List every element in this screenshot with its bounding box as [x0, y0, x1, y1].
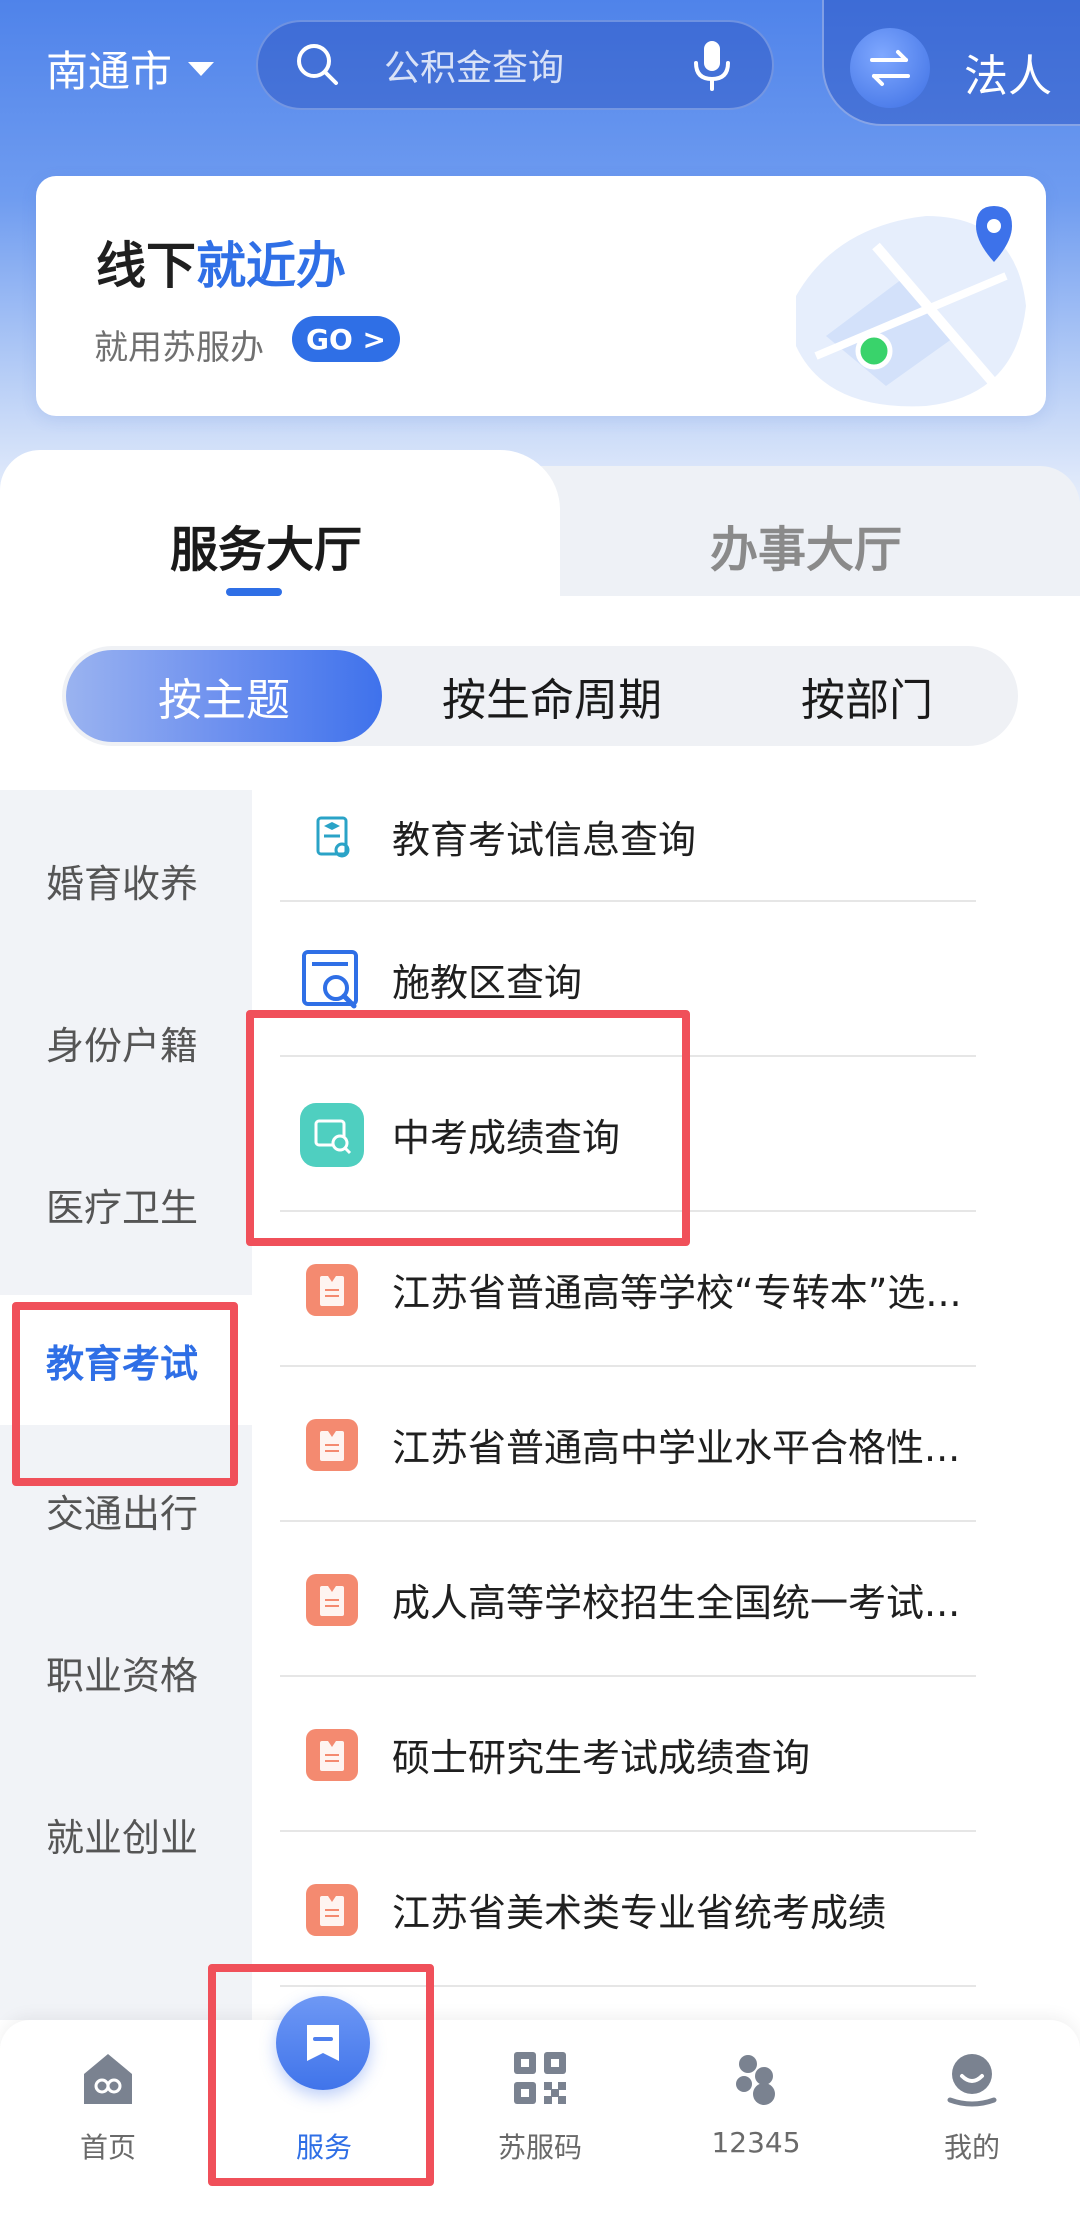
banner-title-plain: 线下 [96, 237, 196, 295]
list-item-label: 江苏省普通高等学校“专转本”选... [392, 1271, 962, 1315]
caret-down-icon [188, 61, 215, 76]
segment-by-lifecycle[interactable]: 按生命周期 [402, 646, 702, 746]
segment-by-theme[interactable]: 按主题 [66, 650, 382, 742]
list-item-label: 教育考试信息查询 [392, 817, 697, 862]
list-item[interactable]: 江苏省美术类专业省统考成绩 [280, 1832, 980, 1987]
list-item[interactable]: 施教区查询 [280, 902, 980, 1057]
hotline-icon [736, 2055, 775, 2105]
document-icon [306, 1418, 358, 1471]
list-item[interactable]: 硕士研究生考试成绩查询 [280, 1677, 980, 1832]
nav-hotline[interactable]: 12345 [648, 2020, 864, 2220]
offline-service-banner[interactable]: 线下就近办 就用苏服办 GO > [36, 176, 1046, 416]
bottom-navigation: 首页 服务 苏服码 12345 我的 [0, 1996, 1080, 2220]
list-item[interactable]: 成人高等学校招生全国统一考试... [280, 1522, 980, 1677]
nav-service-label: 服务 [295, 2131, 352, 2164]
nav-su-code[interactable]: 苏服码 [432, 2020, 648, 2220]
qr-code-icon [514, 2052, 566, 2104]
nav-service[interactable]: 服务 [216, 1996, 432, 2220]
nav-mine-label: 我的 [943, 2131, 1000, 2164]
divider [280, 1985, 976, 1987]
document-icon [306, 1573, 358, 1626]
banner-title-highlight: 就近办 [196, 237, 346, 295]
list-item-label: 硕士研究生考试成绩查询 [392, 1736, 811, 1780]
list-item[interactable]: 江苏省普通高等学校“专转本”选... [280, 1212, 980, 1367]
sidebar-item-identity[interactable]: 身份户籍 [0, 992, 252, 1092]
identity-label: 法人 [964, 51, 1052, 102]
list-item-label: 施教区查询 [392, 961, 583, 1005]
sidebar-item-medical[interactable]: 医疗卫生 [0, 1154, 252, 1254]
service-icon [276, 1996, 370, 2090]
nav-su-code-label: 苏服码 [497, 2131, 582, 2164]
microphone-icon[interactable] [688, 37, 736, 93]
map-pin-icon [796, 206, 1026, 407]
city-label: 南通市 [46, 47, 173, 96]
tab-underline [226, 588, 282, 596]
go-button[interactable]: GO > [292, 316, 400, 362]
home-icon [84, 2054, 132, 2104]
document-icon [306, 1883, 358, 1936]
sidebar-item-employment[interactable]: 就业创业 [0, 1784, 252, 1884]
list-item[interactable]: 江苏省普通高中学业水平合格性... [280, 1367, 980, 1522]
list-item-label: 江苏省普通高中学业水平合格性... [392, 1426, 961, 1470]
nav-hotline-label: 12345 [711, 2126, 801, 2159]
search-bar[interactable]: 公积金查询 [256, 20, 774, 110]
banner-subtitle: 就用苏服办 [94, 328, 264, 368]
search-icon [297, 44, 338, 85]
banner-title: 线下就近办 [96, 226, 346, 298]
tab-service-hall-label: 服务大厅 [170, 522, 363, 578]
document-icon [306, 1728, 358, 1781]
hall-tabs: 服务大厅 办事大厅 [0, 450, 1080, 600]
school-district-search-icon [302, 949, 358, 1008]
list-item-label: 成人高等学校招生全国统一考试... [392, 1581, 961, 1625]
score-query-icon [300, 1102, 364, 1167]
nav-home-label: 首页 [79, 2131, 136, 2164]
category-segmented-control: 按主题 按生命周期 按部门 [62, 646, 1018, 746]
nav-home[interactable]: 首页 [0, 2020, 216, 2220]
sidebar-item-education[interactable]: 教育考试 [0, 1295, 252, 1425]
segment-by-department[interactable]: 按部门 [722, 646, 1012, 746]
city-selector[interactable]: 南通市 [46, 38, 215, 99]
identity-switch-button[interactable]: 法人 [822, 0, 1080, 126]
tab-affairs-hall[interactable]: 办事大厅 [710, 510, 902, 580]
document-icon [306, 1263, 358, 1316]
exam-info-icon [316, 816, 350, 858]
list-item[interactable]: 中考成绩查询 [280, 1057, 980, 1212]
sidebar-item-qualification[interactable]: 职业资格 [0, 1622, 252, 1722]
search-placeholder: 公积金查询 [384, 48, 565, 89]
nav-mine[interactable]: 我的 [864, 2020, 1080, 2220]
list-item[interactable]: 教育考试信息查询 [280, 770, 980, 902]
top-header: 南通市 公积金查询 法人 [0, 0, 1080, 130]
theme-sidebar: 婚育收养 身份户籍 医疗卫生 教育考试 交通出行 职业资格 就业创业 [0, 790, 252, 2020]
sidebar-item-traffic[interactable]: 交通出行 [0, 1460, 252, 1560]
switch-arrows-icon [850, 28, 930, 108]
list-item-label: 中考成绩查询 [392, 1116, 621, 1160]
sidebar-item-marriage[interactable]: 婚育收养 [0, 830, 252, 930]
list-item-label: 江苏省美术类专业省统考成绩 [392, 1891, 887, 1935]
profile-icon [947, 2054, 997, 2107]
